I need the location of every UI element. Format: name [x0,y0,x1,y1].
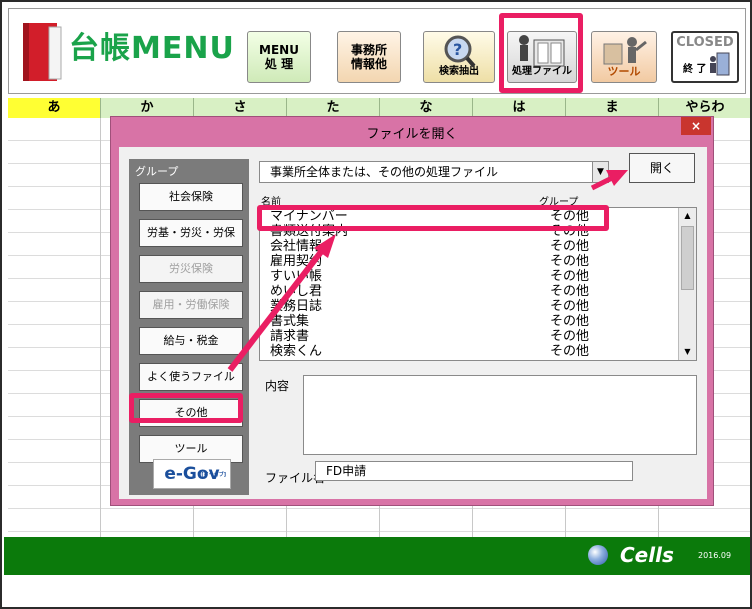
version-text: 2016.09 [698,551,732,560]
exit-door-icon [710,52,730,76]
file-category-select[interactable]: 事業所全体または、その他の処理ファイル ▼ [259,161,609,183]
scroll-up-icon[interactable]: ▲ [679,208,696,224]
list-item[interactable]: 書式集 その他 [260,314,678,329]
group-button-workers-comp: 労災保険 [139,255,243,283]
office-info-button[interactable]: 事務所 情報他 [337,31,401,83]
tab-sa[interactable]: さ [194,98,287,118]
group-panel: グループ 社会保険 労基・労災・労保 労災保険 雇用・労働保険 給与・税金 よく… [129,159,249,495]
scroll-thumb[interactable] [681,226,694,290]
tab-ha[interactable]: は [473,98,566,118]
group-label: グループ [135,165,179,178]
tool-person-icon [603,37,647,65]
menu-button[interactable]: MENU 処 理 [247,31,311,83]
closed-label: CLOSED [676,35,734,50]
kana-tab-bar: あ か さ た な は ま やらわ [8,98,750,118]
list-item[interactable]: めいし君 その他 [260,284,678,299]
tab-ka[interactable]: か [101,98,194,118]
group-button-employment-insurance: 雇用・労働保険 [139,291,243,319]
tab-yarawa[interactable]: やらわ [659,98,750,118]
content-label: 内容 [265,379,290,393]
tab-a[interactable]: あ [8,98,101,118]
cells-brand: Cells [620,543,674,567]
search-extract-button[interactable]: ? 検索抽出 [423,31,495,83]
tool-button[interactable]: ツール [591,31,657,83]
svg-text:?: ? [453,40,462,59]
dialog-title: ファイルを開く [366,127,458,142]
list-item[interactable]: 請求書 その他 [260,329,678,344]
dialog-body: グループ 社会保険 労基・労災・労保 労災保険 雇用・労働保険 給与・税金 よく… [119,147,707,499]
ledger-book-icon [23,23,62,81]
main-menu-header: 台帳MENU MENU 処 理 事務所 情報他 ? 検索抽出 処理ファイル ツー… [8,8,746,94]
dialog-close-button[interactable]: × [681,117,711,135]
scroll-down-icon[interactable]: ▼ [679,344,696,360]
egov-sub-label: [イーガブ] [201,472,226,478]
group-button-highlight-frame [129,393,243,423]
file-list-scrollbar[interactable]: ▲ ▼ [678,208,696,360]
open-button[interactable]: 開く [629,153,695,183]
group-button-salary-tax[interactable]: 給与・税金 [139,327,243,355]
tab-na[interactable]: な [380,98,473,118]
app-title: 台帳MENU [69,31,235,66]
group-button-favorites[interactable]: よく使うファイル [139,363,243,391]
filename-field[interactable]: FD申請 [315,461,633,481]
tab-ta[interactable]: た [287,98,380,118]
list-item[interactable]: 雇用契約 その他 [260,254,678,269]
globe-icon [588,545,608,565]
closed-exit-button[interactable]: CLOSED 終 了 [671,31,739,83]
file-open-dialog: ファイルを開く × グループ 社会保険 労基・労災・労保 労災保険 雇用・労働保… [110,116,714,506]
exit-label: 終 了 [683,64,707,75]
group-button-social-insurance[interactable]: 社会保険 [139,183,243,211]
list-item[interactable]: 業務日誌 その他 [260,299,678,314]
list-item[interactable]: すいい帳 その他 [260,269,678,284]
file-category-value: 事業所全体または、その他の処理ファイル [270,165,499,179]
footer-bar: Cells 2016.09 [4,537,750,575]
magnifier-icon: ? [444,35,476,68]
group-button-labor[interactable]: 労基・労災・労保 [139,219,243,247]
list-item[interactable]: 検索くん その他 [260,344,678,359]
content-description-box [303,375,697,455]
app-window: 台帳MENU MENU 処 理 事務所 情報他 ? 検索抽出 処理ファイル ツー… [0,0,752,609]
chevron-down-icon[interactable]: ▼ [592,162,608,182]
egov-logo-button[interactable]: e-Gov [イーガブ] [153,459,231,489]
list-item[interactable]: 会社情報 その他 [260,239,678,254]
list-item-highlight-frame [257,205,609,231]
tab-ma[interactable]: ま [566,98,659,118]
toolbar-highlight-frame [499,13,583,93]
